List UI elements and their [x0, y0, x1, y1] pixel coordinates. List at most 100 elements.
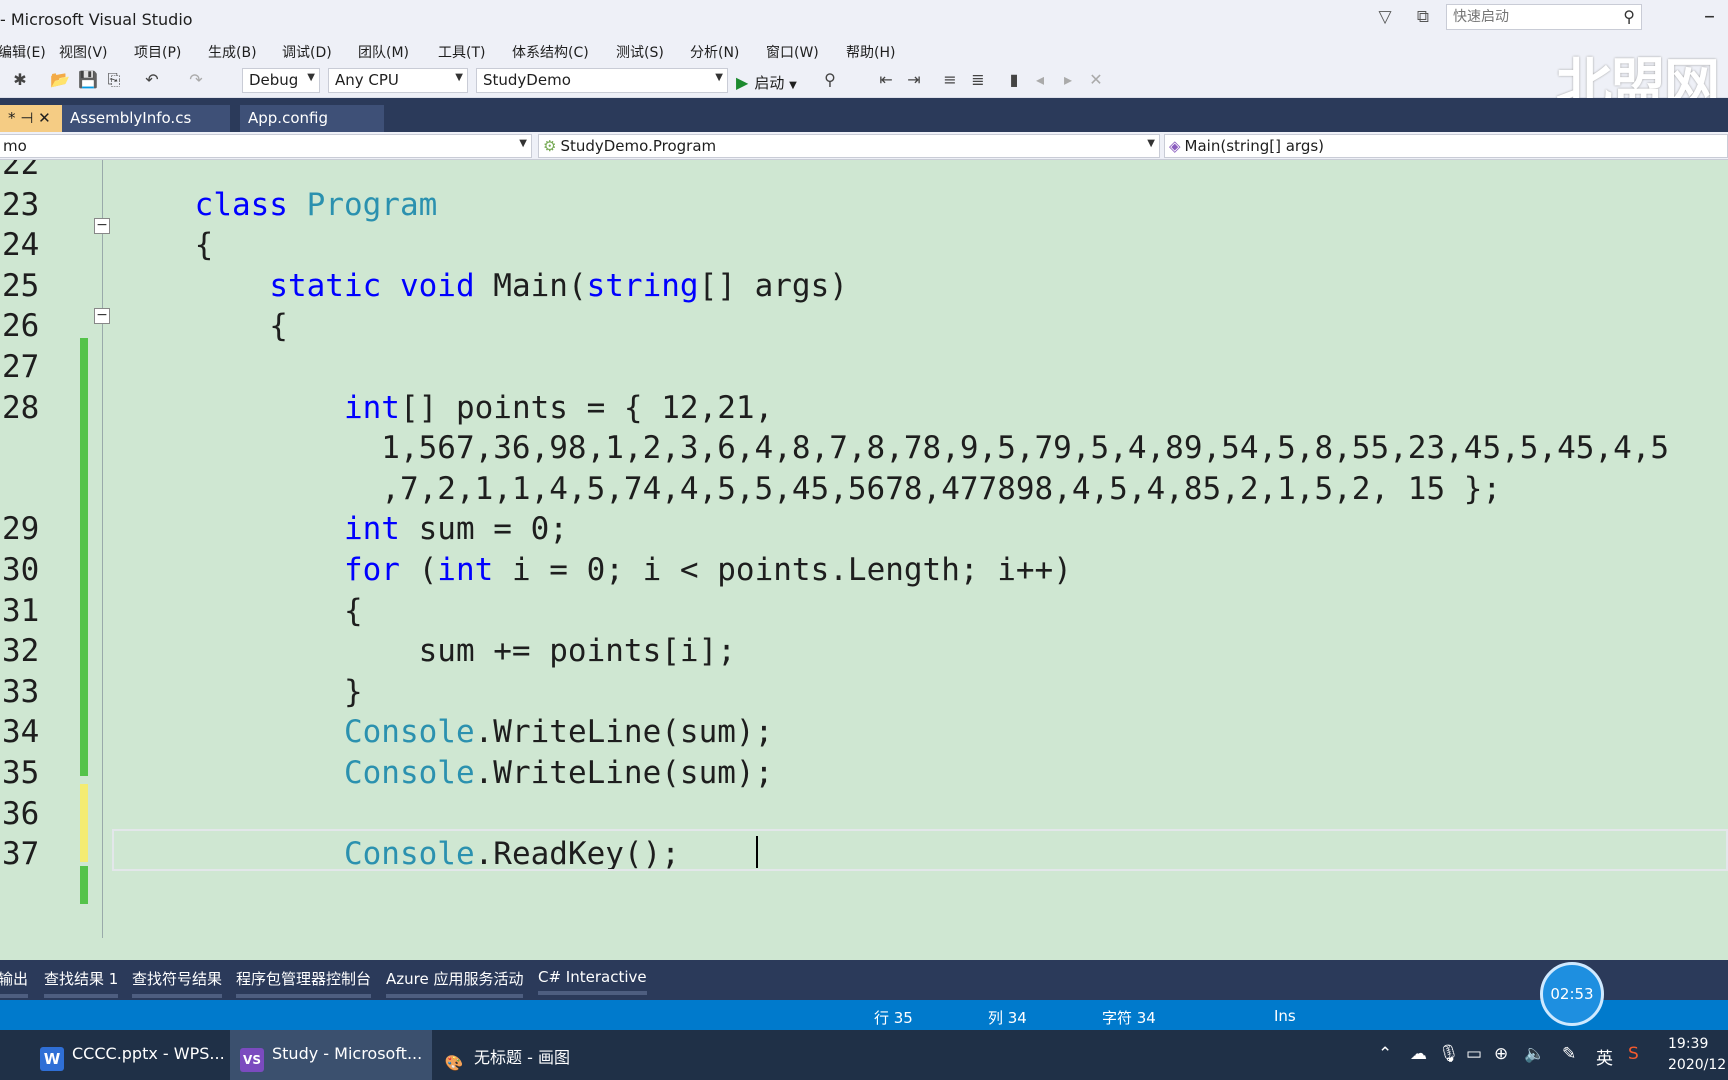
chevron-down-icon: ▼ [307, 72, 315, 83]
undo-icon[interactable]: ↶ [142, 70, 162, 90]
tab-pin-close-icon[interactable]: * ⊣ ✕ [8, 109, 51, 127]
line-number: 24 [2, 227, 40, 264]
menu-view[interactable]: 视图(V) [59, 42, 108, 62]
menu-build[interactable]: 生成(B) [208, 42, 257, 62]
search-icon[interactable]: ⚲ [1623, 7, 1635, 26]
document-tab-strip: * ⊣ ✕ AssemblyInfo.cs App.config [0, 98, 1728, 132]
menu-analyze[interactable]: 分析(N) [690, 42, 739, 62]
tab-package-manager-console[interactable]: 程序包管理器控制台 [236, 968, 372, 998]
microphone-icon[interactable]: 🎙 [1438, 1044, 1460, 1064]
config-select[interactable]: Debug ▼ [242, 68, 320, 93]
line-number: 34 [2, 714, 40, 751]
code-token: sum += points[i]; [120, 633, 736, 670]
line-number: 27 [2, 349, 40, 385]
pen-icon[interactable]: ✎ [1562, 1044, 1576, 1064]
menu-team[interactable]: 团队(M) [358, 42, 409, 62]
menu-test[interactable]: 测试(S) [616, 42, 664, 62]
startup-project-select[interactable]: StudyDemo ▼ [476, 68, 728, 93]
status-column: 列 34 [988, 1009, 1027, 1027]
tab-active-program[interactable]: * ⊣ ✕ [0, 105, 62, 132]
taskbar-item-wps[interactable]: W CCCC.pptx - WPS... [30, 1030, 235, 1080]
taskbar-item-paint[interactable]: 🎨 无标题 - 画图 [432, 1030, 580, 1080]
taskbar-item-visual-studio[interactable]: VS Study - Microsoft... [230, 1030, 433, 1080]
feedback-icon[interactable]: ⧉ [1412, 6, 1434, 28]
code-editor[interactable]: − − 22 23 class Program 24 {25 static void… [0, 160, 1728, 938]
open-file-icon[interactable]: 📂 [50, 70, 70, 90]
tab-output[interactable]: 输出 [0, 968, 29, 998]
tab-assemblyinfo[interactable]: AssemblyInfo.cs [62, 105, 230, 132]
line-number: 37 [2, 836, 40, 873]
code-line: { [120, 593, 363, 629]
line-number: 33 [2, 673, 40, 710]
quick-launch-box[interactable]: ⚲ [1446, 4, 1642, 30]
prev-bookmark-icon[interactable]: ◂ [1030, 70, 1050, 90]
tab-label: App.config [248, 109, 328, 127]
menu-architecture[interactable]: 体系结构(C) [512, 42, 589, 62]
minimize-button[interactable]: – [1704, 4, 1715, 29]
tab-label: AssemblyInfo.cs [70, 109, 192, 127]
member-dropdown[interactable]: ◈ Main(string[] args) [1164, 134, 1728, 158]
new-project-icon[interactable]: ✱ [10, 70, 30, 90]
windows-taskbar: W CCCC.pptx - WPS... VS Study - Microsoft.… [0, 1030, 1728, 1080]
sogou-input-icon[interactable]: S [1628, 1044, 1639, 1064]
project-dropdown[interactable]: mo ▼ [0, 134, 532, 158]
menu-project[interactable]: 项目(P) [134, 42, 181, 62]
start-button[interactable]: ▶ 启动 ▼ [736, 72, 797, 93]
bookmark-icon[interactable]: ▮ [1004, 70, 1024, 90]
quick-launch-input[interactable] [1447, 5, 1607, 29]
cloud-icon[interactable]: ☁ [1410, 1044, 1427, 1064]
system-clock[interactable]: 19:39 2020/12 [1668, 1034, 1726, 1076]
start-label: 启动 [754, 74, 785, 92]
tab-find-symbol-results[interactable]: 查找符号结果 [132, 968, 223, 998]
menu-tools[interactable]: 工具(T) [438, 42, 485, 62]
tab-azure-activity[interactable]: Azure 应用服务活动 [386, 968, 524, 998]
keyword-token: int [343, 511, 400, 548]
standard-toolbar: ✱ 📂 💾 ⎘ ↶ ↷ Debug ▼ Any CPU ▼ StudyDemo … [0, 64, 1728, 98]
uncomment-icon[interactable]: ≣ [968, 70, 988, 90]
find-icon[interactable]: ⚲ [820, 70, 840, 90]
line-number: 25 [2, 267, 40, 304]
step-out-icon[interactable]: ⇥ [904, 70, 924, 90]
ime-indicator[interactable]: 英 [1596, 1044, 1613, 1069]
network-icon[interactable]: ⊕ [1494, 1044, 1508, 1064]
line-number: 30 [2, 552, 40, 588]
wps-icon: W [40, 1047, 64, 1071]
platform-select[interactable]: Any CPU ▼ [328, 68, 468, 93]
collapse-method-icon[interactable]: − [94, 308, 110, 324]
battery-icon[interactable]: ▭ [1466, 1044, 1482, 1064]
filter-icon[interactable]: ▽ [1374, 6, 1396, 28]
line-number: 23 [2, 186, 40, 223]
code-line: static void Main(string[] args) [120, 268, 848, 304]
clear-bookmarks-icon[interactable]: ✕ [1086, 70, 1106, 90]
menu-edit[interactable]: 编辑(E) [0, 42, 46, 62]
collapse-class-icon[interactable]: − [94, 218, 110, 234]
redo-icon[interactable]: ↷ [186, 70, 206, 90]
code-token: Main( [474, 267, 587, 304]
comment-icon[interactable]: ≡ [940, 70, 960, 90]
step-icon[interactable]: ⇤ [876, 70, 896, 90]
save-all-icon[interactable]: ⎘ [104, 70, 124, 90]
keyword-token: string [586, 267, 699, 304]
menu-help[interactable]: 帮助(H) [846, 42, 895, 62]
chevron-down-icon: ▼ [455, 72, 463, 83]
class-dropdown[interactable]: ⚙ StudyDemo.Program ▼ [538, 134, 1160, 158]
next-bookmark-icon[interactable]: ▸ [1058, 70, 1078, 90]
tray-expand-icon[interactable]: ⌃ [1378, 1044, 1392, 1064]
code-token: { [120, 227, 214, 264]
code-line: ,7,2,1,1,4,5,74,4,5,5,45,5678,477898,4,5… [120, 471, 1501, 507]
save-icon[interactable]: 💾 [78, 70, 98, 90]
menu-window[interactable]: 窗口(W) [766, 42, 819, 62]
keyword-token: for [343, 552, 400, 588]
code-token: } [120, 673, 363, 710]
menu-debug[interactable]: 调试(D) [282, 42, 332, 62]
volume-icon[interactable]: 🔈 [1524, 1044, 1545, 1064]
navigation-bar: mo ▼ ⚙ StudyDemo.Program ▼ ◈ Main(string[]… [0, 132, 1728, 160]
tab-csharp-interactive[interactable]: C# Interactive [538, 968, 647, 995]
tab-app-config[interactable]: App.config [240, 105, 384, 132]
tab-find-results[interactable]: 查找结果 1 [44, 968, 119, 998]
